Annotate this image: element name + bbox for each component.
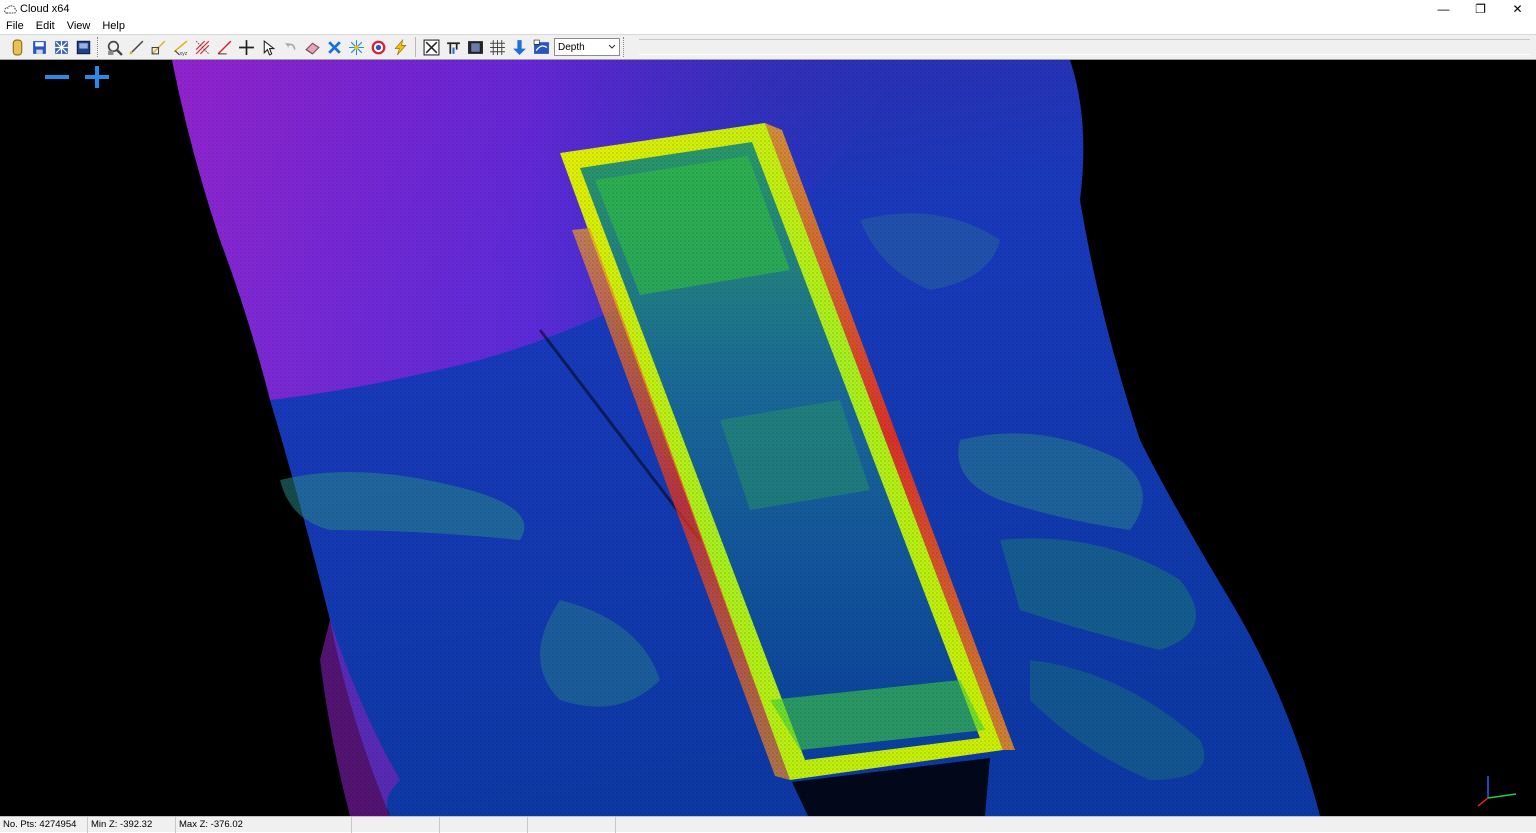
title-bar: Cloud x64 — ❐ ✕ xyxy=(0,0,1536,18)
xyz-coordinate-icon[interactable]: xyz xyxy=(170,37,191,58)
status-bar: No. Pts: 4274954 Min Z: -392.32 Max Z: -… xyxy=(0,816,1536,833)
menu-view[interactable]: View xyxy=(61,18,97,34)
delete-points-icon[interactable] xyxy=(324,37,345,58)
fit-view-icon[interactable] xyxy=(421,37,442,58)
menu-bar: File Edit View Help xyxy=(0,18,1536,34)
status-panel-empty xyxy=(616,817,1536,833)
hatch-icon[interactable] xyxy=(192,37,213,58)
sparkle-icon[interactable] xyxy=(346,37,367,58)
close-button[interactable]: ✕ xyxy=(1499,0,1536,18)
menu-edit[interactable]: Edit xyxy=(30,18,61,34)
status-panel-empty xyxy=(528,816,616,833)
lightning-icon[interactable] xyxy=(390,37,411,58)
undo-icon[interactable] xyxy=(280,37,301,58)
toolbar-grip xyxy=(623,37,626,57)
select-pointer-icon[interactable] xyxy=(258,37,279,58)
svg-text:xyz: xyz xyxy=(179,50,187,55)
open-icon[interactable] xyxy=(7,37,28,58)
point-cloud-render xyxy=(170,60,1330,816)
crosshair-icon[interactable] xyxy=(236,37,257,58)
point-cloud-viewport[interactable] xyxy=(0,60,1536,816)
window-title: Cloud x64 xyxy=(20,3,70,15)
eraser-icon[interactable] xyxy=(302,37,323,58)
restore-button[interactable]: ❐ xyxy=(1462,0,1499,18)
status-panel-empty xyxy=(440,816,528,833)
axis-gizmo-icon xyxy=(1476,768,1526,808)
zoom-out-button[interactable] xyxy=(44,66,70,88)
down-arrow-icon[interactable] xyxy=(509,37,530,58)
min-z-readout: Min Z: -392.32 xyxy=(88,816,176,833)
target-icon[interactable] xyxy=(368,37,389,58)
zoom-in-button[interactable] xyxy=(84,66,110,88)
toolbar-separator xyxy=(415,37,416,57)
max-z-readout: Max Z: -376.02 xyxy=(176,816,352,833)
grid-icon[interactable] xyxy=(487,37,508,58)
color-mode-select[interactable]: Depth xyxy=(554,38,620,56)
color-mode-value: Depth xyxy=(558,41,585,53)
zoom-inspect-icon[interactable] xyxy=(104,37,125,58)
render-icon[interactable] xyxy=(465,37,486,58)
profile-line-icon[interactable] xyxy=(214,37,235,58)
toolbar-empty-area xyxy=(639,39,1530,55)
save-icon[interactable] xyxy=(29,37,50,58)
save-as-icon[interactable] xyxy=(73,37,94,58)
toolbar: xyz Depth xyxy=(0,34,1536,60)
menu-help[interactable]: Help xyxy=(96,18,131,34)
export-icon[interactable] xyxy=(51,37,72,58)
filter-icon[interactable] xyxy=(443,37,464,58)
minimize-button[interactable]: — xyxy=(1425,0,1462,18)
color-map-icon[interactable] xyxy=(531,37,552,58)
toolbar-grip xyxy=(97,37,100,57)
point-count: No. Pts: 4274954 xyxy=(0,816,88,833)
draw-line-icon[interactable] xyxy=(126,37,147,58)
chevron-down-icon xyxy=(608,42,616,53)
cloud-app-icon xyxy=(3,2,17,16)
status-panel-empty xyxy=(352,816,440,833)
measure-icon[interactable] xyxy=(148,37,169,58)
menu-file[interactable]: File xyxy=(0,18,30,34)
